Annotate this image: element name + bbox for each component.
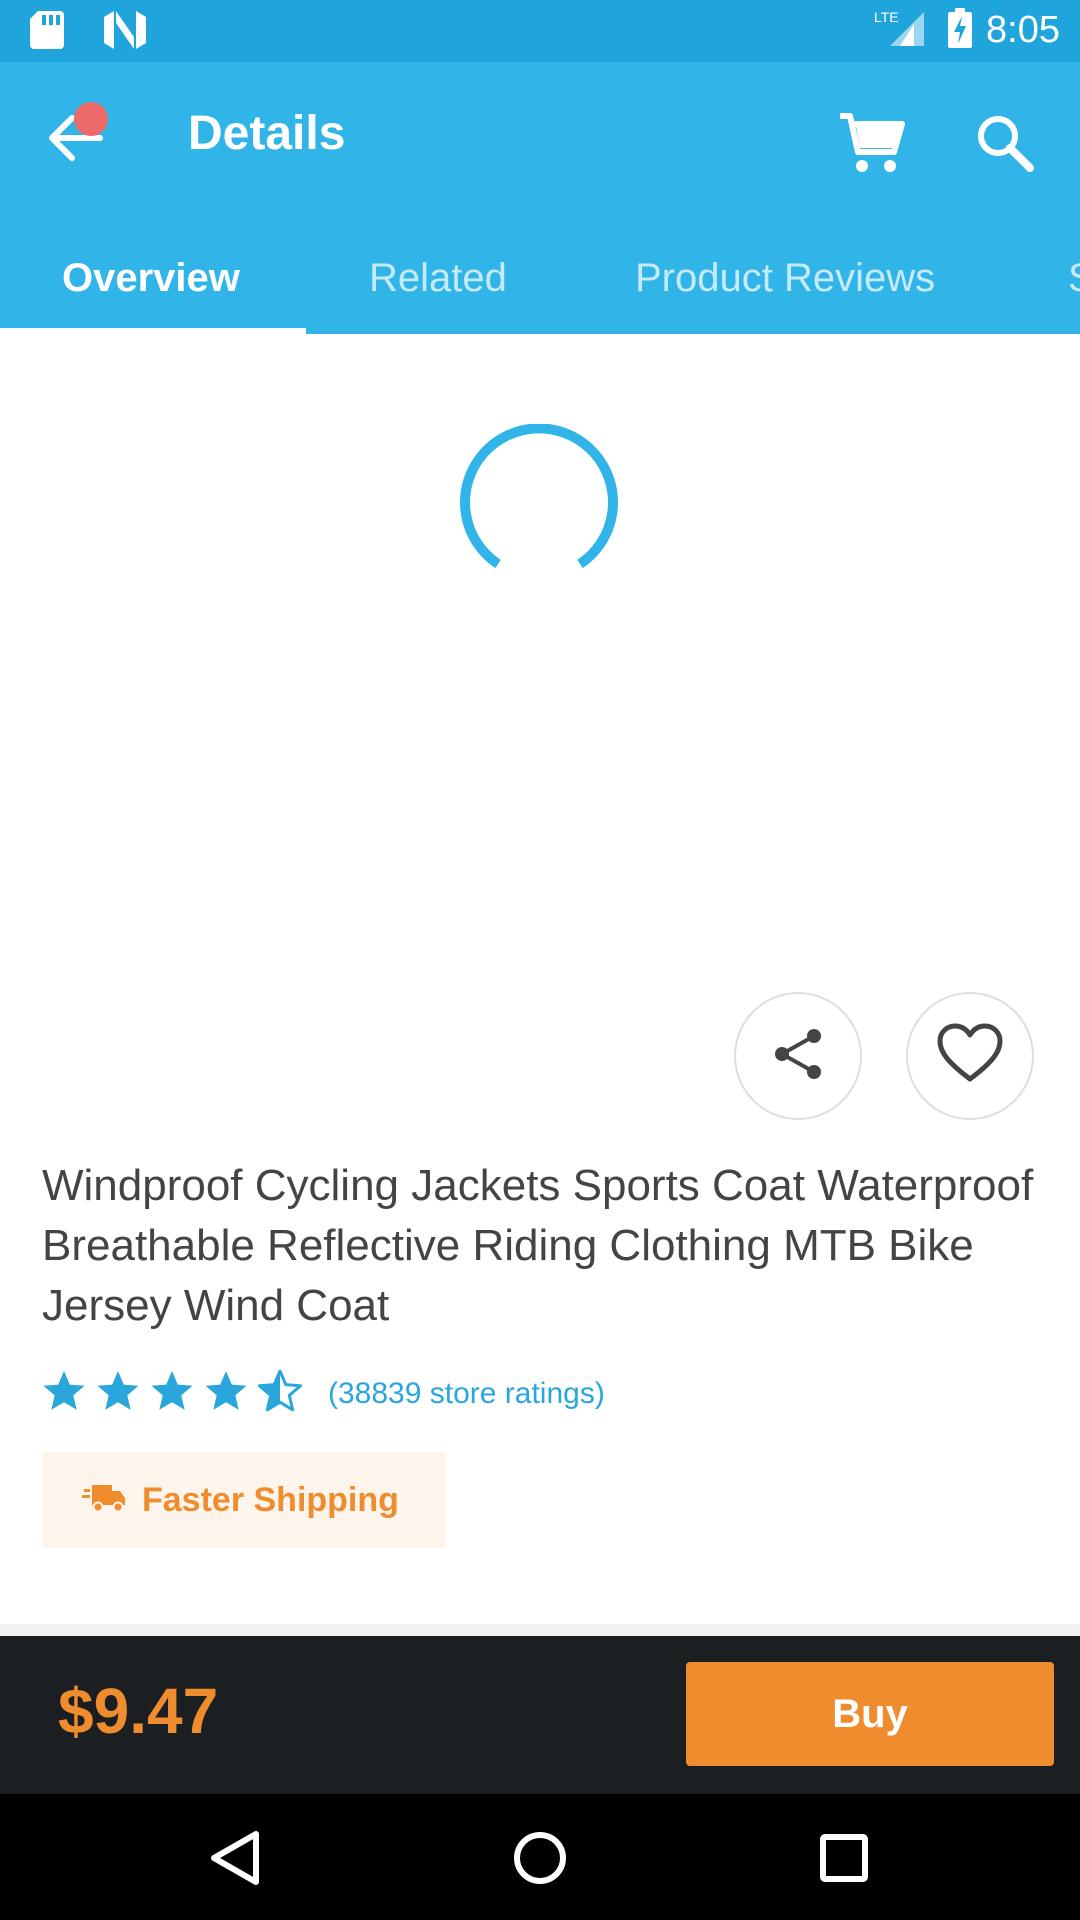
recents-square-icon: [802, 1834, 886, 1904]
n-logo-icon: [104, 11, 146, 54]
system-nav-bar: [0, 1794, 1080, 1920]
divider: [0, 1624, 1080, 1636]
svg-text:LTE: LTE: [874, 9, 899, 25]
bottom-bar: $9.47 Buy: [0, 1636, 1080, 1794]
back-triangle-icon: [194, 1831, 278, 1904]
star-icon: [204, 1370, 248, 1417]
product-title: Windproof Cycling Jackets Sports Coat Wa…: [42, 1161, 1034, 1330]
tab-more[interactable]: S: [1068, 222, 1080, 334]
rating-count[interactable]: (38839 store ratings): [328, 1377, 605, 1411]
battery-charging-icon: [948, 8, 973, 53]
star-icon: [42, 1370, 86, 1417]
rating-row: (38839 store ratings): [42, 1369, 605, 1417]
nav-recents-button[interactable]: [802, 1816, 886, 1900]
truck-icon: [82, 1483, 126, 1518]
share-button[interactable]: [734, 992, 862, 1120]
search-icon: [970, 116, 1042, 184]
tab-product-reviews[interactable]: Product Reviews: [635, 222, 935, 334]
share-icon: [768, 1024, 828, 1089]
sd-card-icon: [30, 11, 64, 54]
star-rating: [42, 1369, 302, 1417]
tab-bar: Overview Related Product Reviews S: [0, 222, 1080, 334]
arrow-left-icon: [40, 115, 112, 178]
star-icon: [150, 1370, 194, 1417]
star-icon: [96, 1370, 140, 1417]
cart-icon: [836, 113, 908, 184]
tab-indicator: [0, 328, 306, 334]
price: $9.47: [58, 1675, 219, 1747]
status-bar: LTE 8:05: [0, 0, 1080, 62]
nav-back-button[interactable]: [194, 1816, 278, 1900]
nav-home-button[interactable]: [498, 1816, 582, 1900]
search-button[interactable]: [970, 108, 1042, 180]
tab-overview[interactable]: Overview: [62, 222, 240, 334]
heart-icon: [936, 1023, 1004, 1090]
signal-icon: LTE: [874, 8, 934, 53]
app-bar: Details Overview Related Product Reviews…: [0, 62, 1080, 334]
buy-button[interactable]: Buy: [686, 1662, 1054, 1766]
home-circle-icon: [498, 1832, 582, 1904]
shipping-badge: Faster Shipping: [42, 1452, 446, 1548]
shipping-label: Faster Shipping: [142, 1480, 399, 1519]
page-title: Details: [188, 107, 346, 160]
cart-button[interactable]: [836, 108, 908, 180]
notification-badge: [74, 102, 108, 136]
wishlist-button[interactable]: [906, 992, 1034, 1120]
loading-spinner: [458, 423, 620, 586]
status-time: 8:05: [986, 9, 1060, 51]
half-star-icon: [258, 1369, 302, 1417]
tab-related[interactable]: Related: [369, 222, 507, 334]
